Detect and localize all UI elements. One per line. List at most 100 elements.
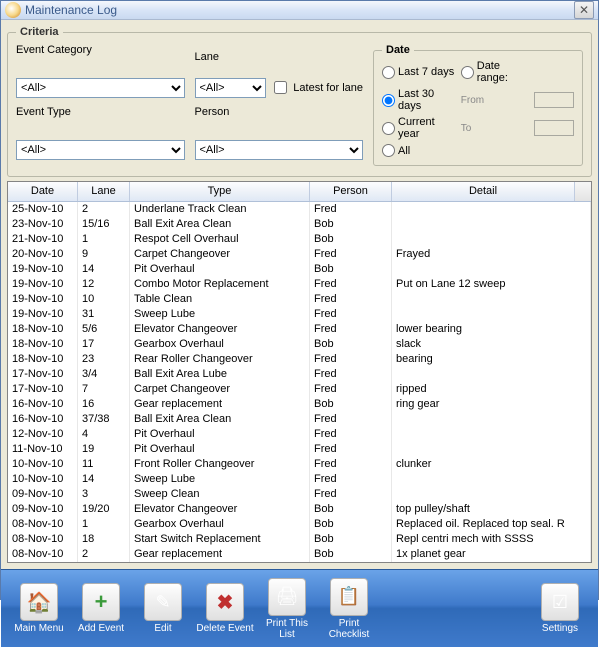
table-row[interactable]: 19-Nov-1031Sweep LubeFred [8,307,591,322]
cell-type: Carpet Changeover [130,382,310,397]
col-type[interactable]: Type [130,182,310,201]
cell-date: 08-Nov-10 [8,532,78,547]
latest-for-lane-label: Latest for lane [293,82,363,94]
date-group: Date Last 7 days Date range: Last 30 day… [373,44,583,166]
plus-icon: + [95,589,108,615]
cell-detail: Replaced oil. Replaced top seal. R [392,517,591,532]
cell-person: Bob [310,232,392,247]
cell-detail [392,232,591,247]
cell-person: Bob [310,547,392,562]
last7-radio[interactable] [382,66,395,79]
add-event-button[interactable]: + Add Event [71,576,131,642]
current-year-radio[interactable] [382,122,395,135]
cell-person: Fred [310,352,392,367]
cell-date: 09-Nov-10 [8,502,78,517]
cell-detail: lower bearing [392,322,591,337]
table-row[interactable]: 19-Nov-1012Combo Motor ReplacementFredPu… [8,277,591,292]
table-row[interactable]: 25-Nov-102Underlane Track CleanFred [8,202,591,217]
print-list-button[interactable]: 🖨 Print This List [257,576,317,642]
cell-person: Fred [310,307,392,322]
event-category-select[interactable]: <All> [16,78,185,98]
date-range-radio[interactable] [461,66,474,79]
cell-lane: 12 [78,277,130,292]
last30-radio[interactable] [382,94,395,107]
table-row[interactable]: 12-Nov-104Pit OverhaulFred [8,427,591,442]
table-row[interactable]: 10-Nov-1014Sweep LubeFred [8,472,591,487]
window-title: Maintenance Log [25,3,574,17]
cell-lane: 2 [78,202,130,217]
person-select[interactable]: <All> [195,140,364,160]
table-row[interactable]: 23-Nov-1015/16Ball Exit Area CleanBob [8,217,591,232]
table-row[interactable]: 16-Nov-1037/38Ball Exit Area CleanFred [8,412,591,427]
print-checklist-label: Print Checklist [319,618,379,640]
home-icon: 🏠 [27,590,52,615]
edit-button[interactable]: ✎ Edit [133,576,193,642]
cell-detail [392,472,591,487]
table-row[interactable]: 08-Nov-101Gearbox OverhaulBobReplaced oi… [8,517,591,532]
delete-event-label: Delete Event [196,623,253,634]
from-input[interactable] [534,92,574,108]
to-input[interactable] [534,120,574,136]
lane-label: Lane [195,51,219,63]
cell-lane: 18 [78,532,130,547]
cell-lane: 9 [78,247,130,262]
log-table: Date Lane Type Person Detail 25-Nov-102U… [7,181,592,563]
table-row[interactable]: 10-Nov-1011Front Roller ChangeoverFredcl… [8,457,591,472]
cell-date: 20-Nov-10 [8,247,78,262]
print-checklist-button[interactable]: 📋 Print Checklist [319,576,379,642]
table-row[interactable]: 19-Nov-1014Pit OverhaulBob [8,262,591,277]
cell-type: Pit Overhaul [130,427,310,442]
col-lane[interactable]: Lane [78,182,130,201]
delete-event-button[interactable]: ✖ Delete Event [195,576,255,642]
cell-date: 18-Nov-10 [8,352,78,367]
cell-lane: 7 [78,382,130,397]
cell-person: Bob [310,397,392,412]
cell-lane: 1 [78,517,130,532]
table-row[interactable]: 16-Nov-1016Gear replacementBobring gear [8,397,591,412]
criteria-legend: Criteria [16,26,63,38]
table-row[interactable]: 08-Nov-102Gear replacementBob1x planet g… [8,547,591,562]
cell-lane: 19/20 [78,502,130,517]
table-row[interactable]: 18-Nov-105/6Elevator ChangeoverFredlower… [8,322,591,337]
settings-button[interactable]: ☑ Settings [530,576,590,642]
checklist-icon: 📋 [338,586,360,607]
latest-for-lane-checkbox[interactable] [274,81,287,94]
cell-detail: top pulley/shaft [392,502,591,517]
cell-person: Fred [310,412,392,427]
pencil-icon: ✎ [155,592,170,613]
table-body[interactable]: 25-Nov-102Underlane Track CleanFred23-No… [8,202,591,562]
titlebar: Maintenance Log ✕ [1,1,598,20]
cell-detail [392,202,591,217]
table-row[interactable]: 18-Nov-1023Rear Roller ChangeoverFredbea… [8,352,591,367]
table-row[interactable]: 17-Nov-103/4Ball Exit Area LubeFred [8,367,591,382]
col-detail[interactable]: Detail [392,182,575,201]
date-legend: Date [382,44,414,56]
all-radio[interactable] [382,144,395,157]
table-row[interactable]: 21-Nov-101Respot Cell OverhaulBob [8,232,591,247]
table-row[interactable]: 09-Nov-103Sweep CleanFred [8,487,591,502]
cell-person: Bob [310,517,392,532]
event-type-select[interactable]: <All> [16,140,185,160]
col-date[interactable]: Date [8,182,78,201]
table-row[interactable]: 08-Nov-1018Start Switch ReplacementBobRe… [8,532,591,547]
event-type-label: Event Type [16,106,185,131]
cell-type: Ball Exit Area Lube [130,367,310,382]
close-button[interactable]: ✕ [574,1,594,19]
cell-lane: 1 [78,232,130,247]
cell-date: 19-Nov-10 [8,262,78,277]
table-row[interactable]: 09-Nov-1019/20Elevator ChangeoverBobtop … [8,502,591,517]
cell-person: Fred [310,472,392,487]
person-label: Person [195,106,364,131]
main-menu-button[interactable]: 🏠 Main Menu [9,576,69,642]
cell-date: 08-Nov-10 [8,547,78,562]
table-row[interactable]: 20-Nov-109Carpet ChangeoverFredFrayed [8,247,591,262]
lane-select[interactable]: <All> [195,78,267,98]
cell-type: Elevator Changeover [130,322,310,337]
col-person[interactable]: Person [310,182,392,201]
table-row[interactable]: 17-Nov-107Carpet ChangeoverFredripped [8,382,591,397]
table-row[interactable]: 11-Nov-1019Pit OverhaulFred [8,442,591,457]
table-row[interactable]: 19-Nov-1010Table CleanFred [8,292,591,307]
window-frame: Maintenance Log ✕ Criteria Event Categor… [0,0,599,600]
table-row[interactable]: 18-Nov-1017Gearbox OverhaulBobslack [8,337,591,352]
cell-date: 10-Nov-10 [8,472,78,487]
